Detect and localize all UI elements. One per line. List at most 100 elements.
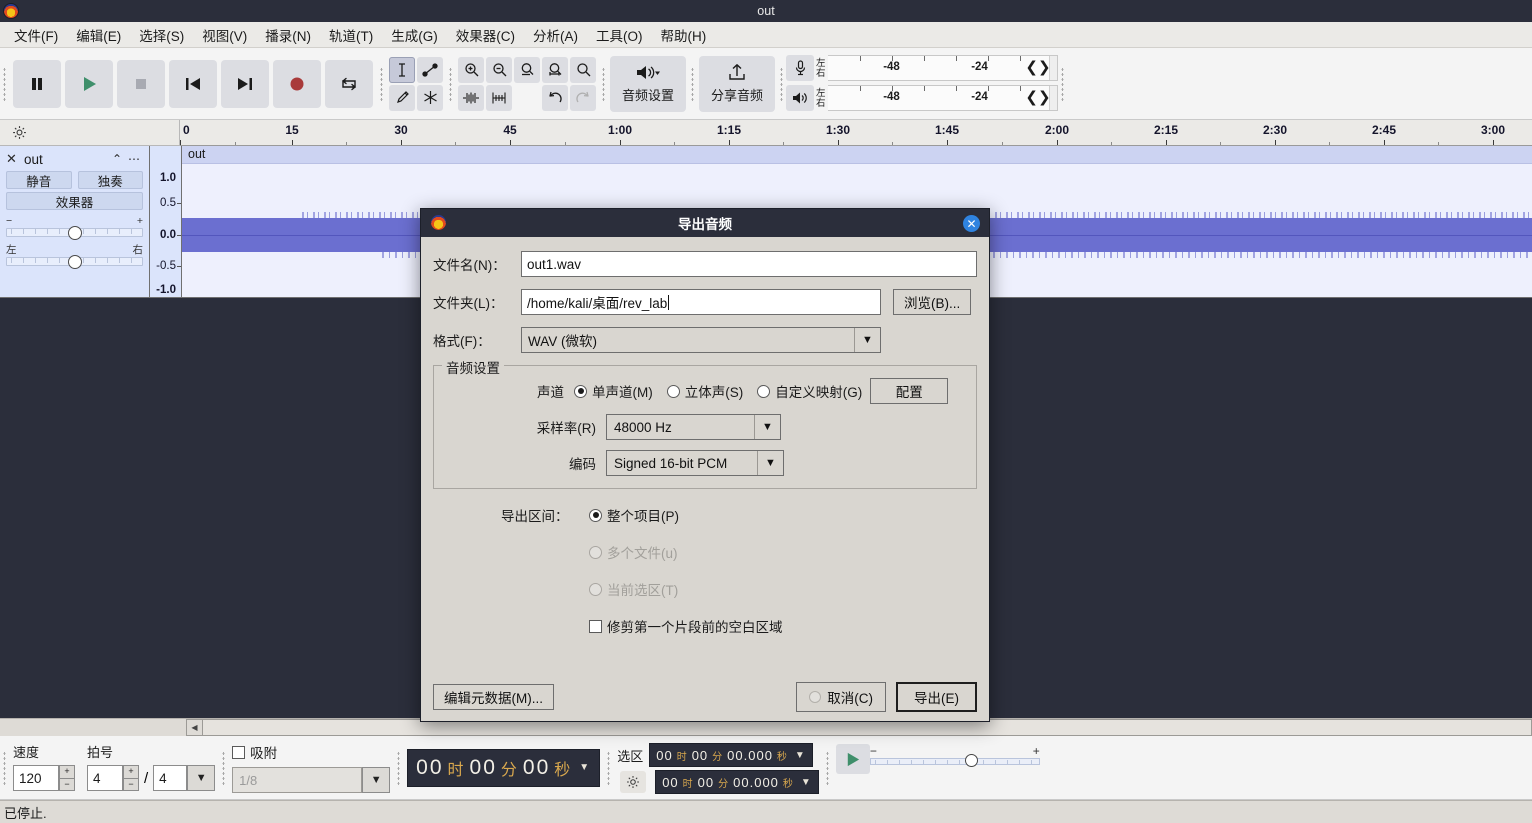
timeline-ruler[interactable]: 0 15 30 45 1:00 1:15 1:30 1:45 2:00 2:15… [180, 120, 1532, 146]
gain-slider[interactable]: − + [6, 216, 143, 240]
recording-meter[interactable]: 左 右 -48 -24 ❮❯ [786, 54, 1058, 83]
radio-mono[interactable] [574, 384, 587, 398]
skip-to-start-button[interactable] [169, 59, 217, 108]
tempo-input[interactable]: 120 [13, 765, 59, 791]
zoom-fit-selection-button[interactable] [514, 56, 540, 83]
gain-slider-knob[interactable] [67, 226, 82, 240]
export-audio-dialog[interactable]: 导出音频 ✕ 文件名(N)： out1.wav 文件夹(L)： /home/ka… [420, 208, 990, 722]
pan-slider[interactable]: 左 右 [6, 245, 143, 269]
selection-start-dropdown-icon[interactable]: ▼ [795, 750, 806, 761]
menu-tracks[interactable]: 轨道(T) [321, 22, 381, 48]
zoom-fit-project-button[interactable] [542, 56, 568, 83]
audio-setup-toolbar-grip[interactable] [599, 48, 608, 119]
vertical-ruler[interactable]: 1.0 0.5 0.0 -0.5 -1.0 [150, 146, 182, 298]
chevron-up-icon[interactable]: ⌃ [109, 152, 125, 166]
browse-button[interactable]: 浏览(B)... [893, 289, 972, 315]
record-button[interactable] [273, 59, 321, 108]
menu-effect[interactable]: 效果器(C) [448, 22, 523, 48]
share-audio-toolbar-grip[interactable] [688, 48, 697, 119]
trim-blank-space-checkbox[interactable] [589, 619, 602, 633]
meter-toolbar-grip-right[interactable] [1058, 48, 1067, 119]
configure-button[interactable]: 配置 [870, 378, 949, 404]
ellipsis-icon[interactable]: ⋯ [125, 152, 143, 166]
selection-toolbar-grip[interactable] [604, 736, 613, 799]
encoding-dropdown[interactable]: Signed 16-bit PCM ▼ [606, 450, 784, 476]
scroll-left-button[interactable]: ◀ [186, 719, 203, 736]
menu-analyze[interactable]: 分析(A) [525, 22, 586, 48]
playback-speed-slider[interactable]: − + [869, 744, 1040, 770]
channel-option-mono[interactable]: 单声道(M) [574, 381, 653, 401]
playback-meter[interactable]: 左 右 -48 -24 ❮❯ [786, 84, 1058, 113]
filename-input[interactable]: out1.wav [521, 251, 977, 277]
radio-custom-mapping[interactable] [757, 384, 771, 398]
export-range-option-project[interactable]: 整个项目(P) [589, 505, 679, 525]
share-audio-button[interactable]: 分享音频 [699, 55, 775, 112]
skip-to-end-button[interactable] [221, 59, 269, 108]
trim-audio-outside-selection-button[interactable] [458, 84, 484, 111]
export-button[interactable]: 导出(E) [896, 682, 977, 712]
audio-position-dropdown-icon[interactable]: ▼ [579, 762, 591, 773]
solo-button[interactable]: 独奏 [77, 171, 143, 189]
format-dropdown[interactable]: WAV (微软) ▼ [521, 327, 881, 353]
selection-start-display[interactable]: 00 时 00 分 00.000 秒 ▼ [649, 743, 813, 767]
play-at-speed-toolbar-grip[interactable] [823, 736, 832, 799]
cancel-button[interactable]: 取消(C) [796, 682, 886, 712]
redo-button[interactable] [570, 84, 596, 111]
edit-toolbar-grip[interactable] [446, 48, 455, 119]
menu-transport[interactable]: 播录(N) [257, 22, 319, 48]
close-icon[interactable]: ✕ [963, 215, 980, 232]
menu-edit[interactable]: 编辑(E) [68, 22, 129, 48]
menu-view[interactable]: 视图(V) [194, 22, 255, 48]
snap-value-input[interactable]: 1/8 [232, 767, 363, 793]
transport-toolbar-grip[interactable] [0, 48, 9, 119]
selection-options-gear-icon[interactable] [620, 771, 647, 793]
menu-file[interactable]: 文件(F) [6, 22, 66, 48]
playback-meter-scale[interactable]: -48 -24 ❮❯ [827, 84, 1058, 111]
timeline-options-gear-icon[interactable] [0, 120, 180, 146]
silence-audio-selection-button[interactable] [486, 84, 512, 111]
folder-input[interactable]: /home/kali/桌面/rev_lab [521, 289, 881, 315]
snapping-toolbar-grip[interactable] [219, 736, 228, 799]
zoom-in-button[interactable] [458, 56, 484, 83]
radio-entire-project[interactable] [589, 508, 602, 522]
menu-tools[interactable]: 工具(O) [588, 22, 651, 48]
draw-tool-button[interactable] [389, 84, 415, 111]
time-toolbar-grip[interactable] [394, 736, 403, 799]
mute-button[interactable]: 静音 [6, 171, 72, 189]
radio-stereo[interactable] [666, 384, 680, 398]
audio-position-display[interactable]: 00 时 00 分 00 秒 ▼ [407, 748, 601, 787]
time-signature-toolbar-grip[interactable] [0, 736, 9, 799]
time-signature-lower-dropdown[interactable]: ▼ [187, 765, 216, 791]
playback-speed-knob[interactable] [965, 754, 978, 767]
audio-setup-button[interactable]: 音频设置 [610, 55, 686, 112]
channel-option-stereo[interactable]: 立体声(S) [666, 381, 743, 401]
pause-button[interactable] [13, 59, 61, 108]
channel-option-custom[interactable]: 自定义映射(G) [757, 381, 862, 401]
time-signature-upper-stepper[interactable]: + − [123, 765, 139, 791]
samplerate-dropdown[interactable]: 48000 Hz ▼ [606, 414, 781, 440]
trim-blank-space-toggle[interactable]: 修剪第一个片段前的空白区域 [589, 616, 783, 636]
edit-metadata-button[interactable]: 编辑元数据(M)... [433, 684, 554, 710]
snap-checkbox[interactable] [232, 745, 246, 759]
speaker-icon[interactable] [786, 84, 814, 111]
play-button[interactable] [65, 59, 113, 108]
stop-button[interactable] [117, 59, 165, 108]
effects-button[interactable]: 效果器 [6, 192, 143, 210]
undo-button[interactable] [542, 84, 568, 111]
snap-dropdown[interactable]: ▼ [362, 767, 391, 793]
menu-generate[interactable]: 生成(G) [383, 22, 446, 48]
meter-toolbar-grip[interactable] [777, 48, 786, 119]
pan-slider-knob[interactable] [67, 255, 82, 269]
envelope-tool-button[interactable] [417, 56, 443, 83]
zoom-out-button[interactable] [486, 56, 512, 83]
track-control-panel[interactable]: ✕ out ⌃ ⋯ 静音 独奏 效果器 − + 左 右 [0, 146, 150, 298]
time-signature-upper-input[interactable]: 4 [87, 765, 123, 791]
tools-toolbar-grip[interactable] [377, 48, 386, 119]
menu-help[interactable]: 帮助(H) [653, 22, 715, 48]
snap-toggle[interactable]: 吸附 [232, 742, 390, 762]
loop-button[interactable] [325, 59, 373, 108]
selection-end-display[interactable]: 00 时 00 分 00.000 秒 ▼ [655, 770, 819, 794]
zoom-toggle-button[interactable] [570, 56, 596, 83]
multi-tool-button[interactable] [417, 84, 443, 111]
selection-tool-button[interactable] [389, 56, 415, 83]
